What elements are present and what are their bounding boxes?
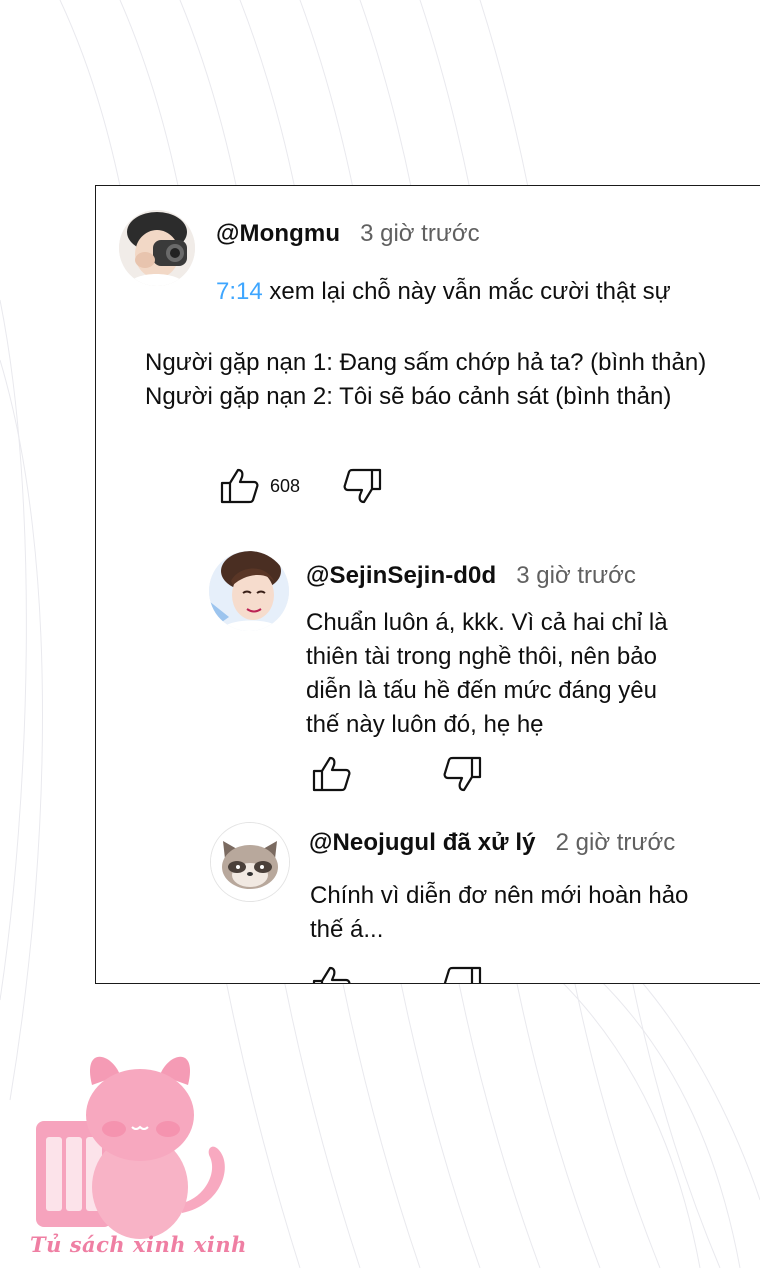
comment-text-line-2: Người gặp nạn 1: Đang sấm chớp hả ta? (b… (145, 349, 707, 376)
watermark-text: Tủ sách xinh xinh (30, 1232, 247, 1257)
dislike-icon (443, 966, 482, 983)
avatar-image (119, 210, 195, 286)
raccoon-avatar-image (211, 823, 289, 901)
reply-author[interactable]: @Neojugul đã xử lý (309, 829, 536, 857)
reply-header: @SejinSejin-d0d 3 giờ trước (306, 562, 636, 590)
reply-dislike-button[interactable] (442, 756, 482, 792)
dislike-icon (343, 468, 382, 504)
reply-header: @Neojugul đã xử lý 2 giờ trước (309, 829, 675, 857)
reply-like-button[interactable] (312, 966, 352, 983)
reply-like-button[interactable] (312, 756, 352, 792)
avatar-image (209, 551, 289, 631)
comment-time[interactable]: 3 giờ trước (360, 220, 480, 248)
comment-text: xem lại chỗ này vẫn mắc cười thật sự (262, 278, 671, 305)
comment-author[interactable]: @Mongmu (216, 220, 340, 248)
reply-avatar[interactable] (209, 551, 289, 631)
reply-text-line: diễn là tấu hề đến mức đáng yêu (306, 677, 657, 704)
timestamp-link[interactable]: 7:14 (216, 278, 263, 305)
reply-time[interactable]: 2 giờ trước (556, 829, 676, 857)
reply-author[interactable]: @SejinSejin-d0d (306, 562, 496, 590)
like-icon (220, 468, 259, 504)
reply-dislike-button[interactable] (442, 966, 482, 983)
like-button[interactable]: 608 (220, 468, 300, 504)
dislike-button[interactable] (342, 468, 382, 504)
reply-text-line: Chuẩn luôn á, kkk. Vì cả hai chỉ là (306, 609, 668, 636)
comment-header: @Mongmu 3 giờ trước (216, 220, 480, 248)
like-icon (312, 966, 351, 983)
reply-text-line: thế á... (310, 916, 384, 943)
reply-avatar[interactable] (210, 822, 290, 902)
dislike-icon (443, 756, 482, 792)
reply-text-line: Chính vì diễn đơ nên mới hoàn hảo (310, 882, 689, 909)
avatar[interactable] (119, 210, 195, 286)
like-count: 608 (270, 475, 301, 496)
comment-text-line-3: Người gặp nạn 2: Tôi sẽ báo cảnh sát (bì… (145, 383, 672, 410)
comment-text-line-1: 7:14 xem lại chỗ này vẫn mắc cười thật s… (216, 275, 671, 309)
like-icon (312, 756, 351, 792)
reply-time[interactable]: 3 giờ trước (516, 562, 636, 590)
reply-text-line: thế này luôn đó, hẹ hẹ (306, 711, 544, 738)
comment-panel: @Mongmu 3 giờ trước 7:14 xem lại chỗ này… (95, 185, 760, 984)
reply-text-line: thiên tài trong nghề thôi, nên bảo (306, 643, 657, 670)
